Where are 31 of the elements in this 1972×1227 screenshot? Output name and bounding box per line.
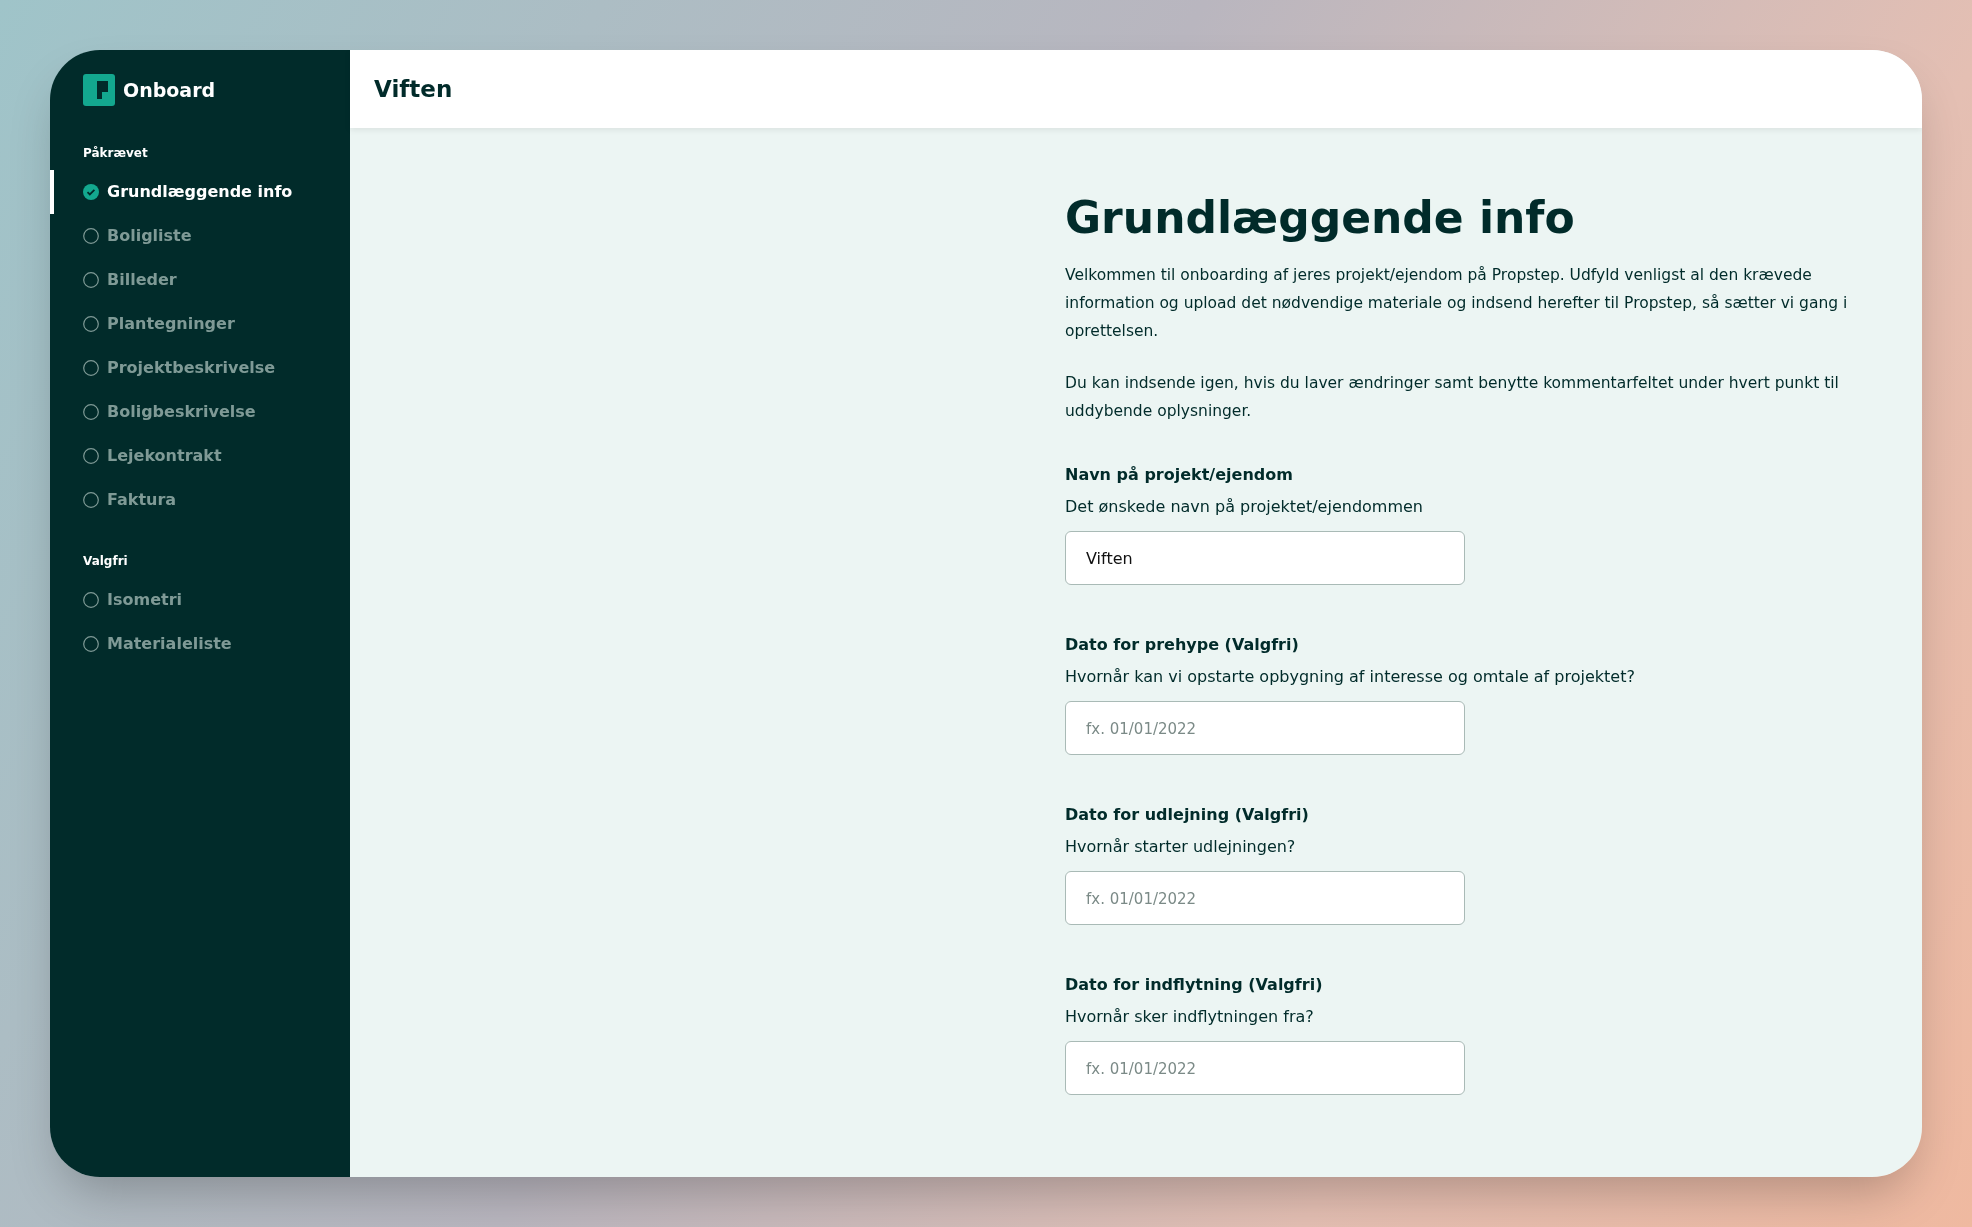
section-heading: Grundlæggende info <box>1065 191 1576 245</box>
logo-icon <box>83 74 115 106</box>
nav-item[interactable]: Lejekontrakt <box>50 434 350 478</box>
brand-name: Onboard <box>123 77 216 103</box>
field-description: Hvornår starter udlejningen? <box>1065 836 1297 858</box>
field-description: Hvornår sker indflytningen fra? <box>1065 1006 1315 1028</box>
section-label: Påkrævet <box>82 145 149 162</box>
intro-paragraph: Velkommen til onboarding af jeres projekt/ejendom på Propstep. Udfyld venligst al den krævede information og upload det nødvendige materiale og indsend herefter til Propstep, så sætter vi gang i oprettelsen. <box>1065 265 1849 342</box>
nav-item[interactable]: Plantegninger <box>50 302 350 346</box>
input-field[interactable]: fx. 01/01/2022 <box>1065 1041 1465 1095</box>
input-field[interactable]: fx. 01/01/2022 <box>1065 701 1465 755</box>
nav-item[interactable]: Boligliste <box>50 214 350 258</box>
active-indicator <box>50 170 54 214</box>
nav-item[interactable]: Materialeliste <box>50 622 350 666</box>
field-label: Dato for prehype (Valgfri) <box>1065 634 1300 656</box>
nav-item[interactable]: Isometri <box>50 578 350 622</box>
field-description: Hvornår kan vi opstarte opbygning af interesse og omtale af projektet? <box>1065 666 1636 688</box>
field-description: Det ønskede navn på projektet/ejendommen <box>1065 496 1424 518</box>
nav-item[interactable]: Faktura <box>50 478 350 522</box>
nav-item[interactable]: Billeder <box>50 258 350 302</box>
field-label: Navn på projekt/ejendom <box>1065 464 1294 486</box>
input-field[interactable]: Viften <box>1065 531 1465 585</box>
section-label: Valgfri <box>82 553 129 570</box>
field-label: Dato for udlejning (Valgfri) <box>1065 804 1310 826</box>
nav-item[interactable]: Projektbeskrivelse <box>50 346 350 390</box>
intro-paragraph: Du kan indsende igen, hvis du laver ændringer samt benytte kommentarfeltet under hvert punkt til uddybende oplysninger. <box>1065 373 1840 422</box>
nav-item[interactable]: Boligbeskrivelse <box>50 390 350 434</box>
page-title: Viften <box>374 74 453 104</box>
input-field[interactable]: fx. 01/01/2022 <box>1065 871 1465 925</box>
nav-item[interactable]: Grundlæggende info <box>50 170 350 214</box>
field-label: Dato for indflytning (Valgfri) <box>1065 974 1324 996</box>
